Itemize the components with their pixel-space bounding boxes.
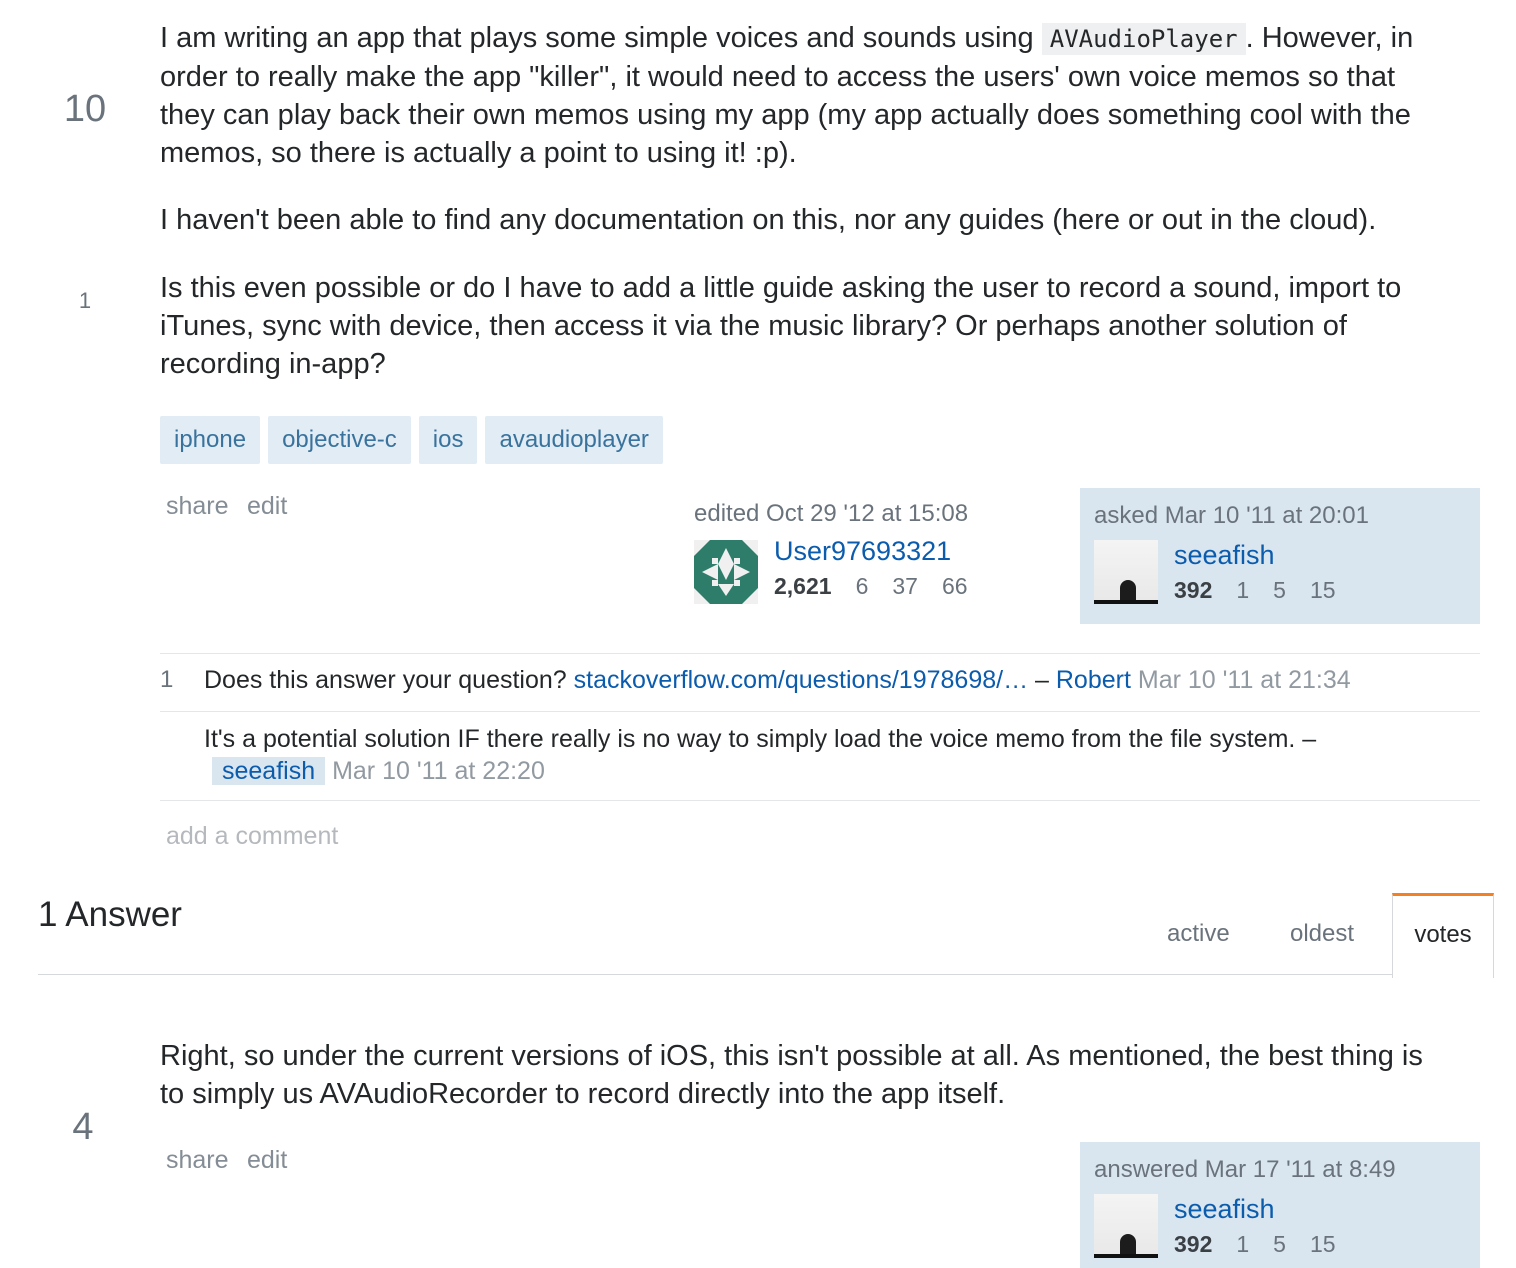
owner-reputation: 392 1 5 15 [1174,577,1336,603]
silver-badge-count: 37 [892,573,918,599]
bronze-badge-count: 15 [1309,577,1336,603]
answerer-username[interactable]: seeafish [1174,1194,1336,1225]
add-comment-link[interactable]: add a comment [166,822,338,851]
tag-avaudioplayer[interactable]: avaudioplayer [485,416,663,464]
edited-time-link[interactable]: edited Oct 29 '12 at 15:08 [694,500,968,528]
share-link[interactable]: share [166,1146,229,1174]
question-paragraph-1: I am writing an app that plays some simp… [160,22,1414,169]
bronze-badge-count: 15 [1309,1231,1336,1257]
gold-badge-count: 1 [1236,1231,1250,1257]
editor-reputation: 2,621 6 37 66 [774,573,968,599]
inline-code: AVAudioPlayer [1041,23,1246,55]
comment-score: 1 [160,666,174,693]
answerer-reputation: 392 1 5 15 [1174,1231,1336,1257]
tag-objective-c[interactable]: objective-c [268,416,411,464]
question-body: I am writing an app that plays some simp… [160,19,1490,383]
editor-username[interactable]: User97693321 [774,536,968,567]
answers-count-heading: 1 Answer [38,895,182,934]
silver-badge-count: 5 [1273,1231,1286,1257]
comment-link[interactable]: stackoverflow.com/questions/1978698/… [574,666,1028,694]
tag-ios[interactable]: ios [418,416,478,464]
answer-post-menu: share edit [166,1146,287,1175]
answer-body: Right, so under the current versions of … [160,1040,1423,1110]
comment-user[interactable]: seeafish [212,757,326,785]
tab-oldest[interactable]: oldest [1290,920,1354,948]
tag-list: iphone objective-c ios avaudioplayer [160,416,671,464]
question-paragraph-2: I haven't been able to find any document… [160,204,1377,236]
answerer-card: answered Mar 17 '11 at 8:49 seeafish 392… [1080,1142,1480,1268]
comment-time[interactable]: Mar 10 '11 at 22:20 [332,757,545,785]
gold-badge-count: 6 [855,573,869,599]
question-paragraph-3: Is this even possible or do I have to ad… [160,272,1402,380]
comment-divider [160,711,1480,712]
question-vote-count: 10 [63,88,107,130]
tag-iphone[interactable]: iphone [160,416,261,464]
bronze-badge-count: 66 [941,573,968,599]
owner-card: asked Mar 10 '11 at 20:01 seeafish 392 1 5… [1080,488,1480,624]
gold-badge-count: 1 [1236,577,1250,603]
comments-bottom-divider [160,800,1480,801]
tab-votes[interactable]: votes [1392,893,1494,978]
answer-vote-count: 4 [72,1106,94,1148]
answerer-avatar[interactable] [1094,1194,1158,1258]
tab-active[interactable]: active [1167,920,1230,948]
comment-user[interactable]: Robert [1056,666,1131,694]
edit-link[interactable]: edit [247,492,287,520]
silver-badge-count: 5 [1273,577,1286,603]
comment-time[interactable]: Mar 10 '11 at 21:34 [1138,666,1351,694]
editor-card: edited Oct 29 '12 at 15:08 User97693321 … [694,500,968,604]
asked-time: asked Mar 10 '11 at 20:01 [1094,502,1369,529]
comment: It's a potential solution IF there reall… [204,725,1317,785]
question-post-menu: share edit [166,492,287,521]
answered-time: answered Mar 17 '11 at 8:49 [1094,1156,1396,1183]
owner-username[interactable]: seeafish [1174,540,1336,571]
question-favorite-count: 1 [78,288,92,313]
identicon-avatar[interactable] [694,540,758,604]
edit-link[interactable]: edit [247,1146,287,1174]
answers-header-divider [38,974,1392,975]
owner-avatar[interactable] [1094,540,1158,604]
share-link[interactable]: share [166,492,229,520]
comments-top-divider [160,653,1480,654]
